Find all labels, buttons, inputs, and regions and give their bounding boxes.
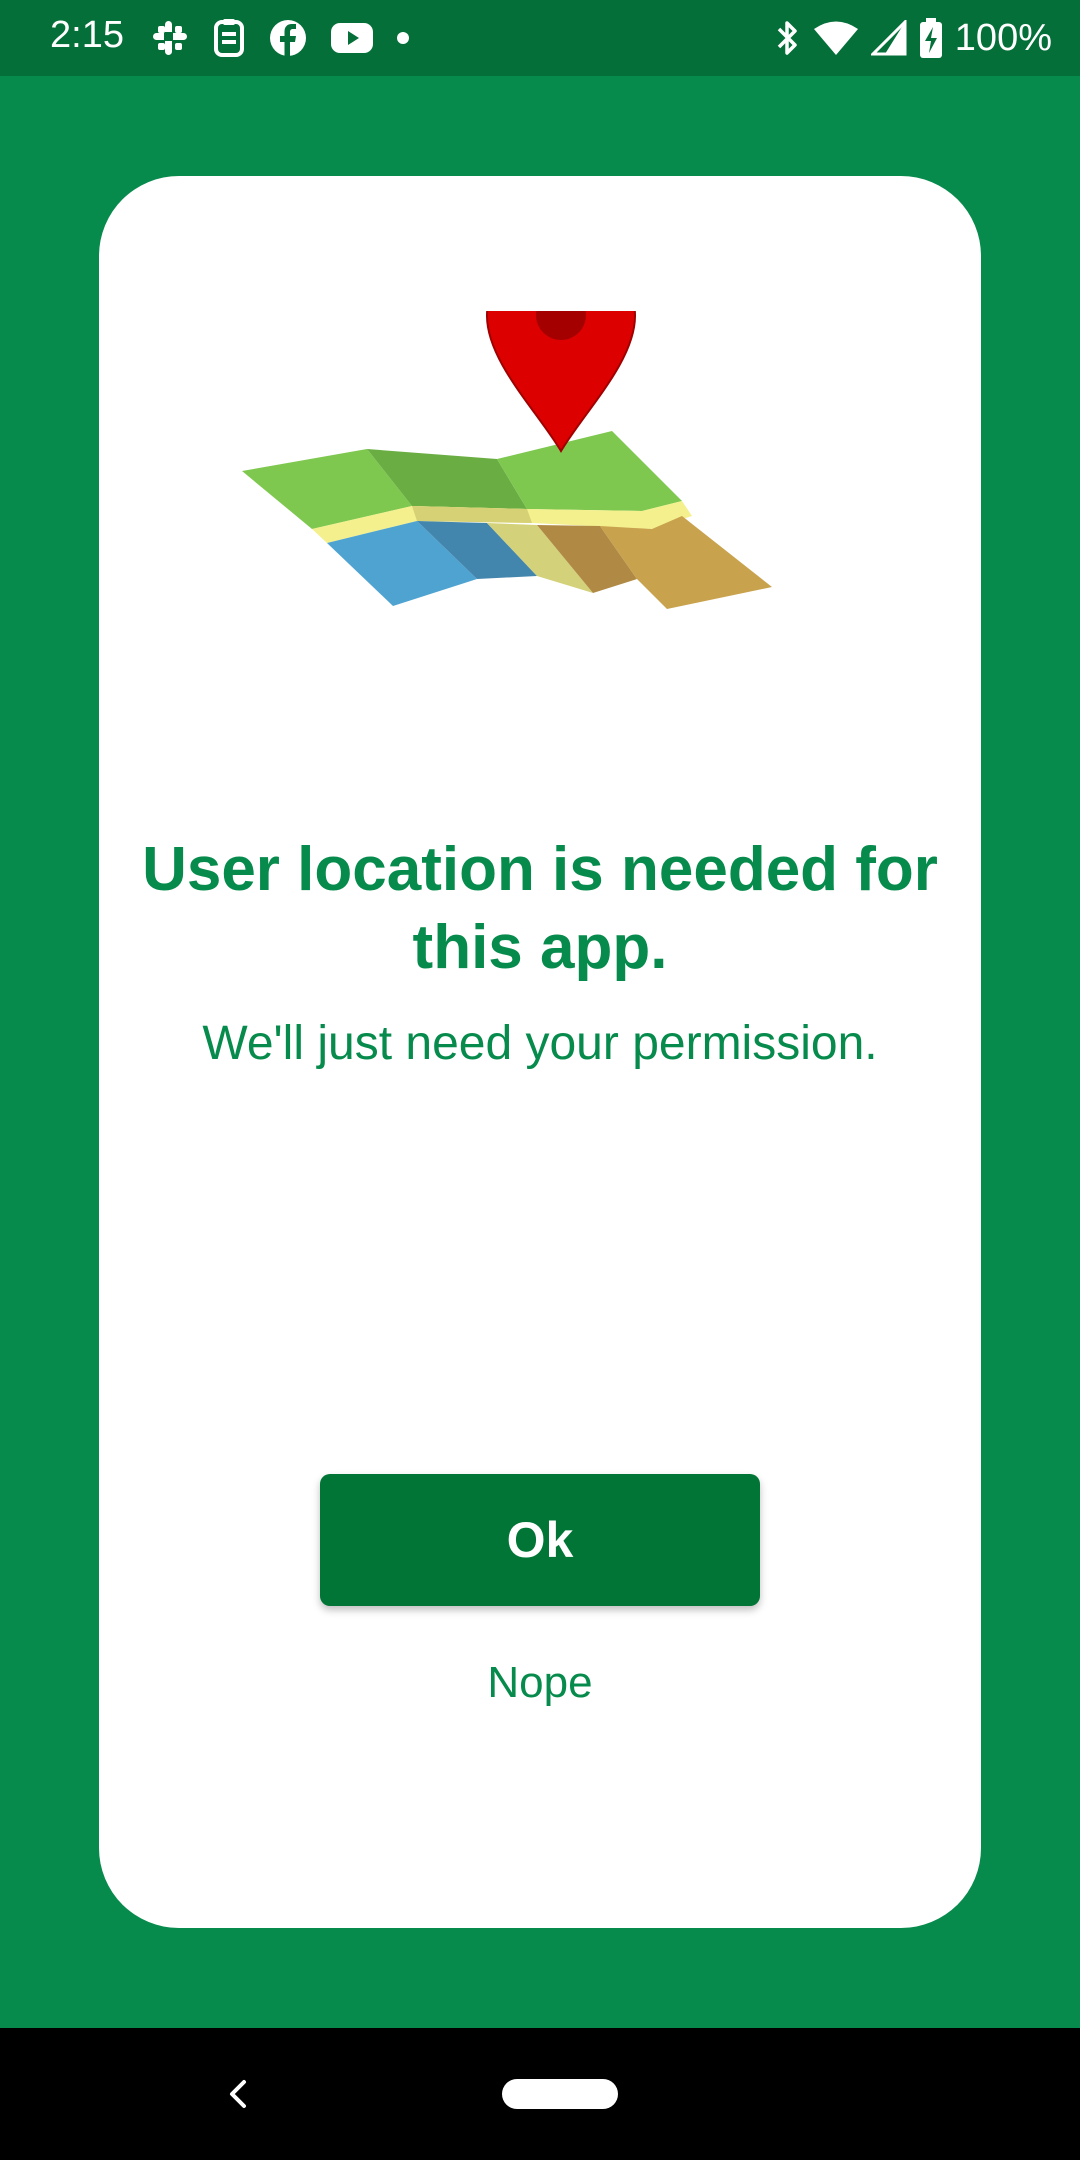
map-with-location-pin-icon <box>242 311 772 609</box>
youtube-icon <box>330 21 374 55</box>
permission-screen: 2:15 100% User location is needed for th… <box>0 0 1080 2160</box>
ok-button[interactable]: Ok <box>320 1474 760 1606</box>
notification-icons <box>150 18 410 58</box>
clipboard-icon <box>212 18 246 58</box>
slack-icon <box>150 18 190 58</box>
cell-signal-icon <box>870 20 907 56</box>
status-bar: 2:15 100% <box>0 0 1080 76</box>
status-time: 2:15 <box>50 14 124 56</box>
nope-button[interactable]: Nope <box>400 1648 680 1718</box>
system-icons: 100% <box>775 14 1052 62</box>
back-icon[interactable] <box>218 2070 258 2118</box>
page-title: User location is needed for this app. <box>142 835 938 982</box>
page-subtitle: We'll just need your permission. <box>202 1017 878 1070</box>
battery-charging-icon <box>919 17 943 59</box>
home-pill-icon[interactable] <box>502 2079 618 2109</box>
facebook-icon <box>268 18 308 58</box>
bluetooth-icon <box>775 18 801 58</box>
wifi-icon <box>813 20 859 56</box>
more-notifications-dot-icon <box>396 31 410 45</box>
navigation-bar <box>0 2028 1080 2160</box>
permission-card: User location is needed for this app. We… <box>99 176 981 1928</box>
battery-percent: 100% <box>954 16 1052 59</box>
